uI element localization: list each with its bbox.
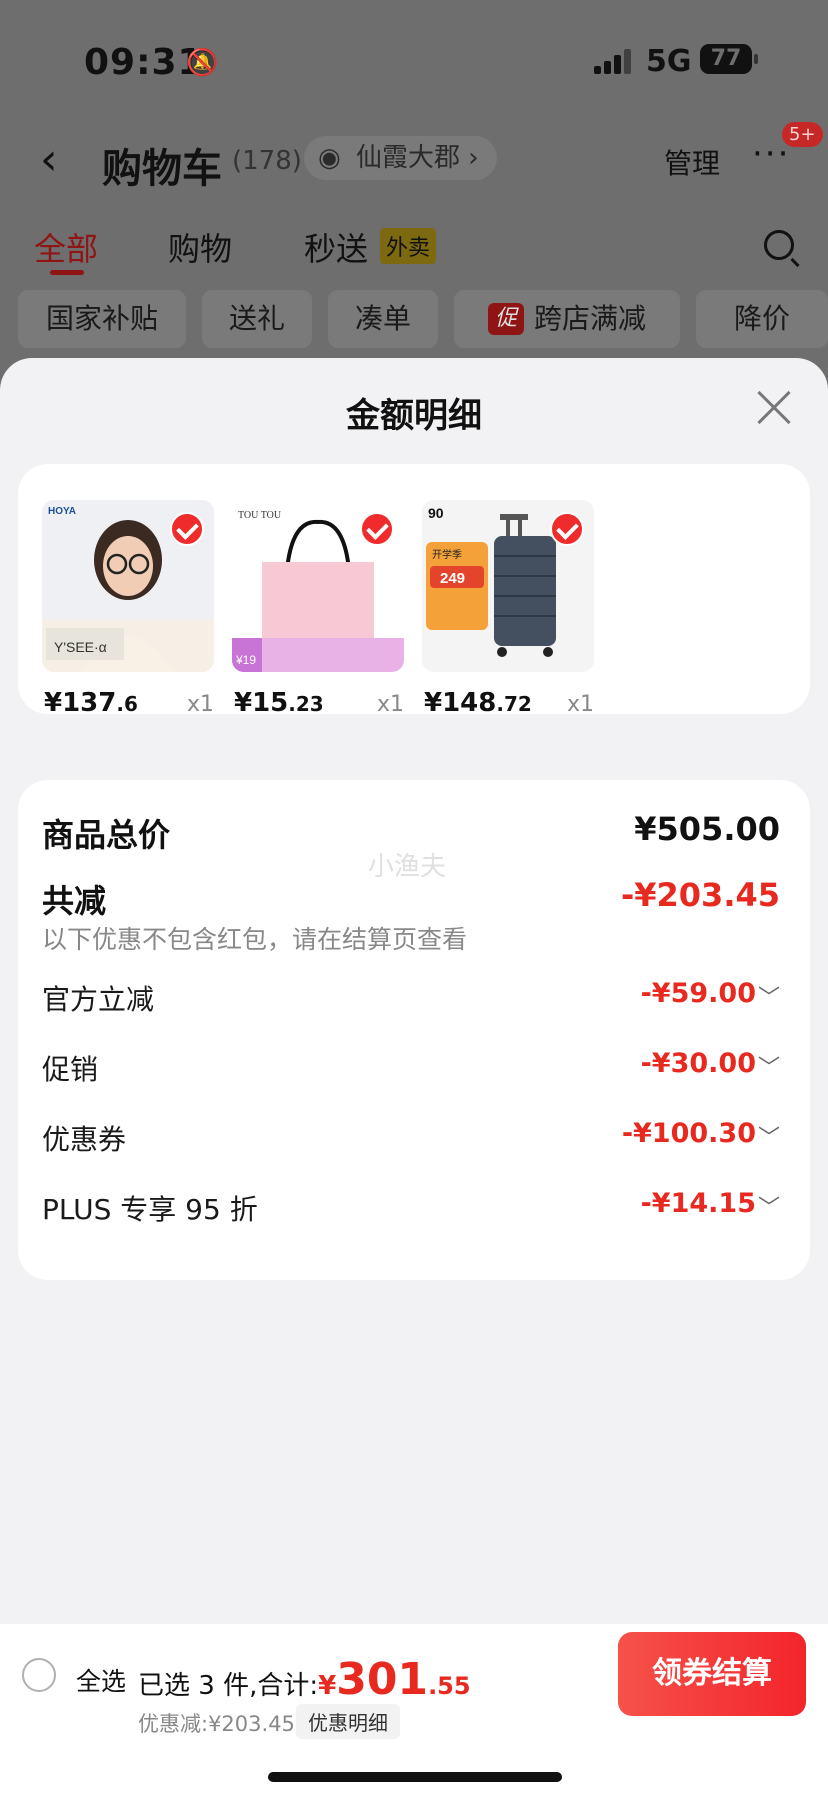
discount-note: 以下优惠不包含红包，请在结算页查看 [42, 925, 468, 954]
cart-header: ‹ 购物车 (178) ◉ 仙霞大郡 › 管理 ··· 5+ [0, 122, 828, 192]
product-price: ¥137.6 [44, 688, 138, 718]
total-amount: 301 [336, 1654, 429, 1705]
eye-icon: ◉ [318, 143, 341, 173]
checkout-bar: 全选 已选 3 件,合计:¥301.55 优惠减:¥203.45 优惠明细 领券… [0, 1624, 828, 1796]
discount-summary: 优惠减:¥203.45 [138, 1712, 295, 1736]
total-reduction-row: 共减 -¥203.45 [42, 876, 780, 922]
chip-price-drop[interactable]: 降价 [696, 290, 828, 348]
checked-icon[interactable] [550, 512, 584, 546]
cart-tabs: 全部 购物 秒送 外卖 [0, 224, 828, 275]
cart-count: (178) [232, 146, 302, 176]
price-breakdown-card: 小渔夫 商品总价 ¥505.00 共减 -¥203.45 以下优惠不包含红包，请… [18, 780, 810, 1280]
sheet-title: 金额明细 [346, 396, 482, 436]
search-icon[interactable] [764, 230, 794, 260]
discount-value: -¥14.15 [640, 1188, 756, 1219]
total-reduction-value: -¥203.45 [620, 876, 780, 914]
product-thumbnails-card: HOYA Y'SEE·α ¥137.6 x1 TOU TOU ¥19 ¥15.2… [18, 464, 810, 718]
chevron-down-icon[interactable]: ﹀ [758, 1190, 780, 1222]
network-type: 5G [646, 44, 692, 79]
product-brand-text: 开学季 [432, 548, 462, 561]
product-qty: x1 [376, 692, 404, 717]
discount-detail-button[interactable]: 优惠明细 [296, 1704, 400, 1739]
chip-cross-store[interactable]: 促跨店满减 [454, 290, 680, 348]
discount-row-official[interactable]: 官方立减 -¥59.00 ﹀ [42, 978, 780, 1018]
select-all-label[interactable]: 全选 [76, 1662, 126, 1698]
product-image-suitcase: 开学季 249 90 [422, 500, 594, 672]
close-icon[interactable] [756, 390, 792, 426]
notification-badge: 5+ [782, 122, 823, 147]
product-qty: x1 [186, 692, 214, 717]
status-bar: 09:31 🔕 5G 77 [0, 38, 828, 88]
product-brand-text: TOU TOU [238, 510, 282, 521]
product-item[interactable]: 开学季 249 90 ¥148.72 x1 [422, 500, 594, 724]
product-qty: x1 [566, 692, 594, 717]
mute-icon: 🔕 [186, 48, 219, 78]
product-tag-text: Y'SEE·α [54, 639, 107, 655]
checked-icon[interactable] [170, 512, 204, 546]
discount-value: -¥30.00 [640, 1048, 756, 1079]
product-tag-text: 249 [440, 570, 465, 587]
chevron-down-icon[interactable]: ﹀ [758, 1120, 780, 1152]
filter-chips: 国家补贴 送礼 凑单 促跨店满减 降价 [18, 290, 828, 350]
checked-icon[interactable] [360, 512, 394, 546]
discount-row-plus[interactable]: PLUS 专享 95 折 -¥14.15 ﹀ [42, 1188, 780, 1228]
tab-all[interactable]: 全部 [34, 224, 98, 270]
discount-label: 官方立减 [42, 983, 155, 1016]
home-indicator [268, 1772, 562, 1782]
product-price: ¥148.72 [424, 688, 532, 718]
amount-detail-sheet: 金额明细 HOYA Y'SEE·α ¥137.6 x1 TOU TOU ¥19 … [0, 358, 828, 1796]
discount-value: -¥59.00 [640, 978, 756, 1009]
chevron-down-icon[interactable]: ﹀ [758, 980, 780, 1012]
select-all-radio[interactable] [22, 1658, 56, 1692]
total-reduction-label: 共减 [42, 882, 107, 920]
chip-bundle[interactable]: 凑单 [328, 290, 438, 348]
location-selector[interactable]: ◉ 仙霞大郡 › [304, 136, 497, 180]
battery-icon: 77 [700, 44, 758, 74]
svg-text:90: 90 [428, 505, 444, 521]
tab-shopping[interactable]: 购物 [168, 224, 232, 270]
discount-row-promotion[interactable]: 促销 -¥30.00 ﹀ [42, 1048, 780, 1088]
signal-icon [594, 46, 634, 74]
total-decimal: .55 [428, 1672, 471, 1700]
checkout-button[interactable]: 领券结算 [618, 1632, 806, 1716]
location-label: 仙霞大郡 [356, 143, 461, 173]
product-price: ¥15.23 [234, 688, 324, 718]
chevron-down-icon[interactable]: ﹀ [758, 1050, 780, 1082]
product-item[interactable]: TOU TOU ¥19 ¥15.23 x1 [232, 500, 404, 724]
back-chevron-icon[interactable]: ‹ [40, 134, 58, 185]
selection-summary: 已选 3 件,合计:¥301.55 [138, 1654, 471, 1705]
total-price-value: ¥505.00 [634, 810, 780, 848]
discount-label: PLUS 专享 95 折 [42, 1193, 258, 1226]
manage-button[interactable]: 管理 [664, 142, 720, 182]
discount-row-coupon[interactable]: 优惠券 -¥100.30 ﹀ [42, 1118, 780, 1158]
chip-gift[interactable]: 送礼 [202, 290, 312, 348]
active-tab-indicator [50, 270, 84, 275]
chip-national-subsidy[interactable]: 国家补贴 [18, 290, 186, 348]
product-image-gift-bag: TOU TOU ¥19 [232, 500, 404, 672]
total-price-label: 商品总价 [42, 816, 171, 854]
discount-label: 促销 [42, 1053, 99, 1086]
product-item[interactable]: HOYA Y'SEE·α ¥137.6 x1 [42, 500, 214, 724]
page-title: 购物车 [102, 146, 222, 192]
total-price-row: 商品总价 ¥505.00 [42, 810, 780, 856]
tab-instant[interactable]: 秒送 [304, 224, 368, 270]
selected-text: 已选 3 件,合计: [138, 1671, 319, 1701]
discount-value: -¥100.30 [621, 1118, 756, 1149]
product-brand-text: HOYA [48, 506, 76, 517]
discount-label: 优惠券 [42, 1123, 127, 1156]
product-tag-text: ¥19 [235, 653, 256, 667]
cart-page-backdrop: 09:31 🔕 5G 77 ‹ 购物车 (178) ◉ 仙霞大郡 › 管理 ··… [0, 0, 828, 420]
total-symbol: ¥ [318, 1671, 337, 1701]
chip-cross-store-label: 跨店满减 [534, 302, 647, 335]
takeaway-tag: 外卖 [380, 228, 437, 264]
promo-icon: 促 [487, 303, 524, 335]
product-image-glasses: HOYA Y'SEE·α [42, 500, 214, 672]
